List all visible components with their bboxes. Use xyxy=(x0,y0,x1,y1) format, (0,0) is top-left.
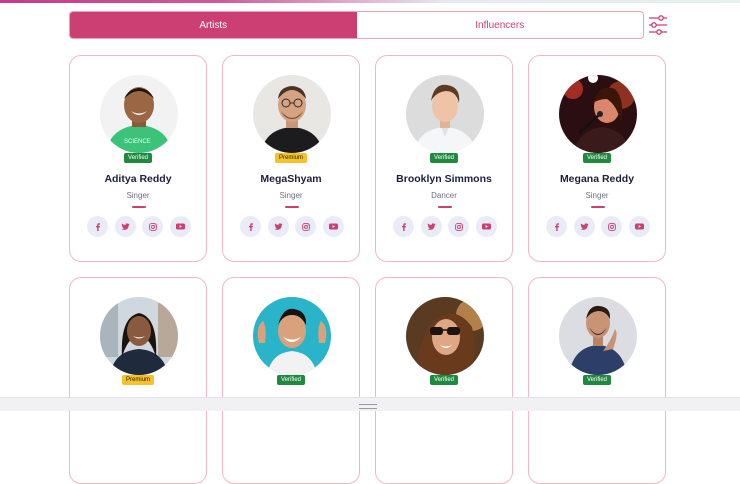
accent-underline xyxy=(438,206,452,208)
youtube-icon xyxy=(634,223,644,230)
status-badge: Verified xyxy=(582,375,612,385)
social-links xyxy=(87,216,191,238)
artist-role: Dancer xyxy=(431,191,457,200)
accent-underline xyxy=(285,206,299,208)
avatar xyxy=(100,297,178,375)
twitter-button[interactable] xyxy=(114,216,136,237)
instagram-button[interactable] xyxy=(448,216,470,237)
status-badge: Verified xyxy=(123,153,153,163)
facebook-icon xyxy=(95,222,100,231)
svg-text:SCIENCE: SCIENCE xyxy=(124,139,151,145)
instagram-button[interactable] xyxy=(142,216,164,237)
status-badge: Premium xyxy=(274,153,308,163)
facebook-button[interactable] xyxy=(87,216,108,237)
youtube-icon xyxy=(481,223,491,230)
accent-underline xyxy=(591,206,605,208)
resize-grip-icon[interactable] xyxy=(359,404,377,409)
artist-card[interactable]: Verified Megana Reddy Singer xyxy=(528,55,666,262)
accent-underline xyxy=(132,206,146,208)
artist-card[interactable]: Verified xyxy=(222,277,360,484)
avatar: SCIENCE xyxy=(100,75,178,153)
avatar xyxy=(406,75,484,153)
artist-card[interactable]: Verified Brooklyn Simmons Dancer xyxy=(375,55,513,262)
status-badge: Verified xyxy=(429,375,459,385)
artist-role: Singer xyxy=(585,191,609,200)
twitter-icon xyxy=(273,222,283,230)
social-links xyxy=(393,216,497,238)
twitter-icon xyxy=(426,222,436,230)
tab-influencers-label: Influencers xyxy=(475,19,525,31)
avatar xyxy=(559,297,637,375)
status-badge: Verified xyxy=(429,153,459,163)
status-badge: Premium xyxy=(121,375,155,385)
facebook-button[interactable] xyxy=(240,216,261,237)
facebook-button[interactable] xyxy=(393,216,414,237)
artist-role: Singer xyxy=(279,191,303,200)
sliders-icon xyxy=(649,15,667,35)
artist-name: MegaShyam xyxy=(260,173,322,185)
youtube-button[interactable] xyxy=(322,216,344,237)
youtube-icon xyxy=(328,223,338,230)
artist-card[interactable]: Premium MegaShyam Singer xyxy=(222,55,360,262)
instagram-button[interactable] xyxy=(601,216,623,237)
twitter-button[interactable] xyxy=(573,216,595,237)
social-links xyxy=(240,216,344,238)
filter-button[interactable] xyxy=(648,14,668,36)
twitter-icon xyxy=(120,222,130,230)
tab-artists-label: Artists xyxy=(199,19,228,31)
facebook-icon xyxy=(248,222,253,231)
category-tabs: Artists Influencers xyxy=(69,11,644,39)
avatar xyxy=(406,297,484,375)
artist-card[interactable]: Premium xyxy=(69,277,207,484)
instagram-button[interactable] xyxy=(295,216,317,237)
instagram-icon xyxy=(301,222,310,231)
youtube-button[interactable] xyxy=(169,216,191,237)
twitter-button[interactable] xyxy=(267,216,289,237)
artist-card[interactable]: Verified xyxy=(528,277,666,484)
artist-name: Aditya Reddy xyxy=(104,173,172,185)
artist-card[interactable]: Verified xyxy=(375,277,513,484)
instagram-icon xyxy=(607,222,616,231)
status-badge: Verified xyxy=(582,153,612,163)
facebook-icon xyxy=(554,222,559,231)
youtube-button[interactable] xyxy=(475,216,497,237)
tab-artists[interactable]: Artists xyxy=(70,12,357,38)
status-badge: Verified xyxy=(276,375,306,385)
artist-role: Singer xyxy=(126,191,150,200)
youtube-button[interactable] xyxy=(628,216,650,237)
instagram-icon xyxy=(454,222,463,231)
tab-influencers[interactable]: Influencers xyxy=(357,12,644,38)
avatar xyxy=(253,297,331,375)
artist-name: Megana Reddy xyxy=(559,173,635,185)
avatar xyxy=(253,75,331,153)
youtube-icon xyxy=(175,223,185,230)
twitter-button[interactable] xyxy=(420,216,442,237)
top-accent-bar xyxy=(0,0,740,3)
twitter-icon xyxy=(579,222,589,230)
facebook-button[interactable] xyxy=(546,216,567,237)
social-links xyxy=(546,216,650,238)
facebook-icon xyxy=(401,222,406,231)
instagram-icon xyxy=(148,222,157,231)
artist-name: Brooklyn Simmons xyxy=(396,173,492,185)
artist-card[interactable]: SCIENCE Verified Aditya Reddy Singer xyxy=(69,55,207,262)
avatar xyxy=(559,75,637,153)
